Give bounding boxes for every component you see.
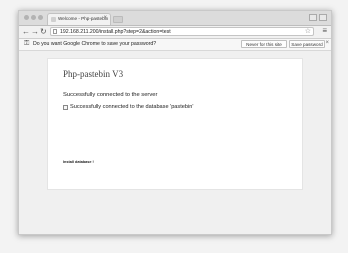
db-status: Successfully connected to the database '…: [70, 104, 194, 110]
server-status: Successfully connected to the server: [63, 92, 158, 98]
back-icon[interactable]: ←: [22, 27, 30, 37]
address-bar[interactable]: 192.168.211.200/install.php?step=2&actio…: [50, 27, 314, 36]
broken-image-icon: [63, 105, 68, 110]
window-close-icon[interactable]: [24, 15, 29, 20]
bookmark-star-icon[interactable]: ☆: [305, 27, 311, 35]
browser-window: Welcome - Php-pastebin × ← → ↻ 192.168.2…: [18, 10, 332, 235]
key-icon: ⚿: [24, 40, 30, 47]
tab-active[interactable]: Welcome - Php-pastebin ×: [47, 13, 111, 25]
page-content: Php-pastebin V3 Successfully connected t…: [19, 51, 331, 234]
restore-icon[interactable]: [309, 14, 317, 21]
save-password-infobar: ⚿ Do you want Google Chrome to save your…: [19, 39, 331, 51]
tab-close-icon[interactable]: ×: [103, 15, 107, 21]
new-tab-button[interactable]: [113, 16, 123, 23]
tab-title: Welcome - Php-pastebin: [58, 16, 109, 21]
menu-icon[interactable]: ≡: [322, 26, 327, 36]
window-minimize-icon[interactable]: [31, 15, 36, 20]
reload-icon[interactable]: ↻: [40, 27, 47, 37]
install-database-link[interactable]: Install database !: [63, 160, 94, 164]
page-title: Php-pastebin V3: [63, 69, 124, 79]
install-card: Php-pastebin V3 Successfully connected t…: [47, 58, 303, 190]
save-password-button[interactable]: Save password: [289, 40, 325, 48]
favicon-icon: [51, 17, 56, 22]
window-zoom-icon[interactable]: [38, 15, 43, 20]
infobar-message: Do you want Google Chrome to save your p…: [33, 41, 157, 47]
forward-icon[interactable]: →: [31, 27, 39, 37]
url-text[interactable]: 192.168.211.200/install.php?step=2&actio…: [60, 28, 171, 36]
browser-toolbar: ← → ↻ 192.168.211.200/install.php?step=2…: [19, 26, 331, 39]
tab-strip: Welcome - Php-pastebin ×: [19, 11, 331, 26]
fullscreen-icon[interactable]: [319, 14, 327, 21]
never-for-this-site-button[interactable]: Never for this site: [241, 40, 287, 48]
page-icon: [53, 29, 57, 34]
infobar-close-icon[interactable]: ×: [325, 40, 329, 46]
